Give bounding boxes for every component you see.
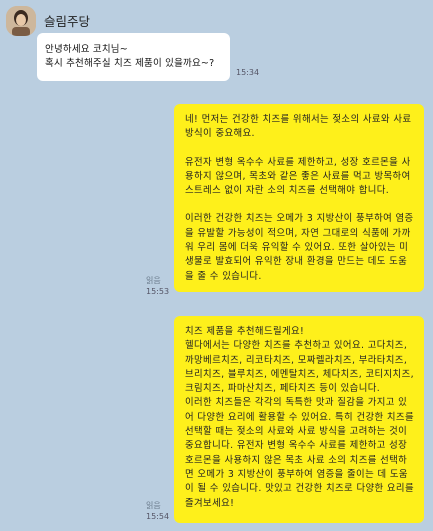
incoming-message-text: 안녕하세요 코치님~ 혹시 추천해주실 치즈 제품이 있을까요~? bbox=[45, 44, 215, 69]
message-paragraph: 네! 먼저는 건강한 치즈를 위해서는 젖소의 사료와 사료 방식이 중요해요. bbox=[185, 114, 412, 140]
sender-name: 슬림주당 bbox=[44, 14, 91, 29]
incoming-message[interactable]: 안녕하세요 코치님~ 혹시 추천해주실 치즈 제품이 있을까요~? bbox=[37, 33, 230, 81]
message-paragraph: 유전자 변형 옥수수 사료를 제한하고, 성장 호르몬을 사용하지 않으며, 목… bbox=[185, 156, 411, 197]
message-paragraph: 이러한 건강한 치즈는 오메가 3 지방산이 풍부하여 염증을 유발할 가능성이… bbox=[185, 213, 414, 282]
outgoing-message[interactable]: 치즈 제품을 추천해드릴게요! 헬다에서는 다양한 치즈를 추천하고 있어요. … bbox=[174, 316, 424, 523]
read-receipt: 읽음 bbox=[146, 501, 161, 510]
avatar-photo-icon bbox=[6, 6, 36, 36]
avatar[interactable] bbox=[6, 6, 36, 36]
incoming-message-time: 15:34 bbox=[236, 68, 260, 77]
message-meta: 읽음 15:54 bbox=[146, 500, 169, 522]
message-meta: 읽음 15:53 bbox=[146, 275, 169, 297]
read-receipt: 읽음 bbox=[146, 276, 161, 285]
message-paragraph: 치즈 제품을 추천해드릴게요! 헬다에서는 다양한 치즈를 추천하고 있어요. … bbox=[185, 326, 414, 509]
message-time: 15:54 bbox=[146, 512, 170, 521]
message-time: 15:53 bbox=[146, 287, 170, 296]
outgoing-message[interactable]: 네! 먼저는 건강한 치즈를 위해서는 젖소의 사료와 사료 방식이 중요해요.… bbox=[174, 104, 424, 292]
